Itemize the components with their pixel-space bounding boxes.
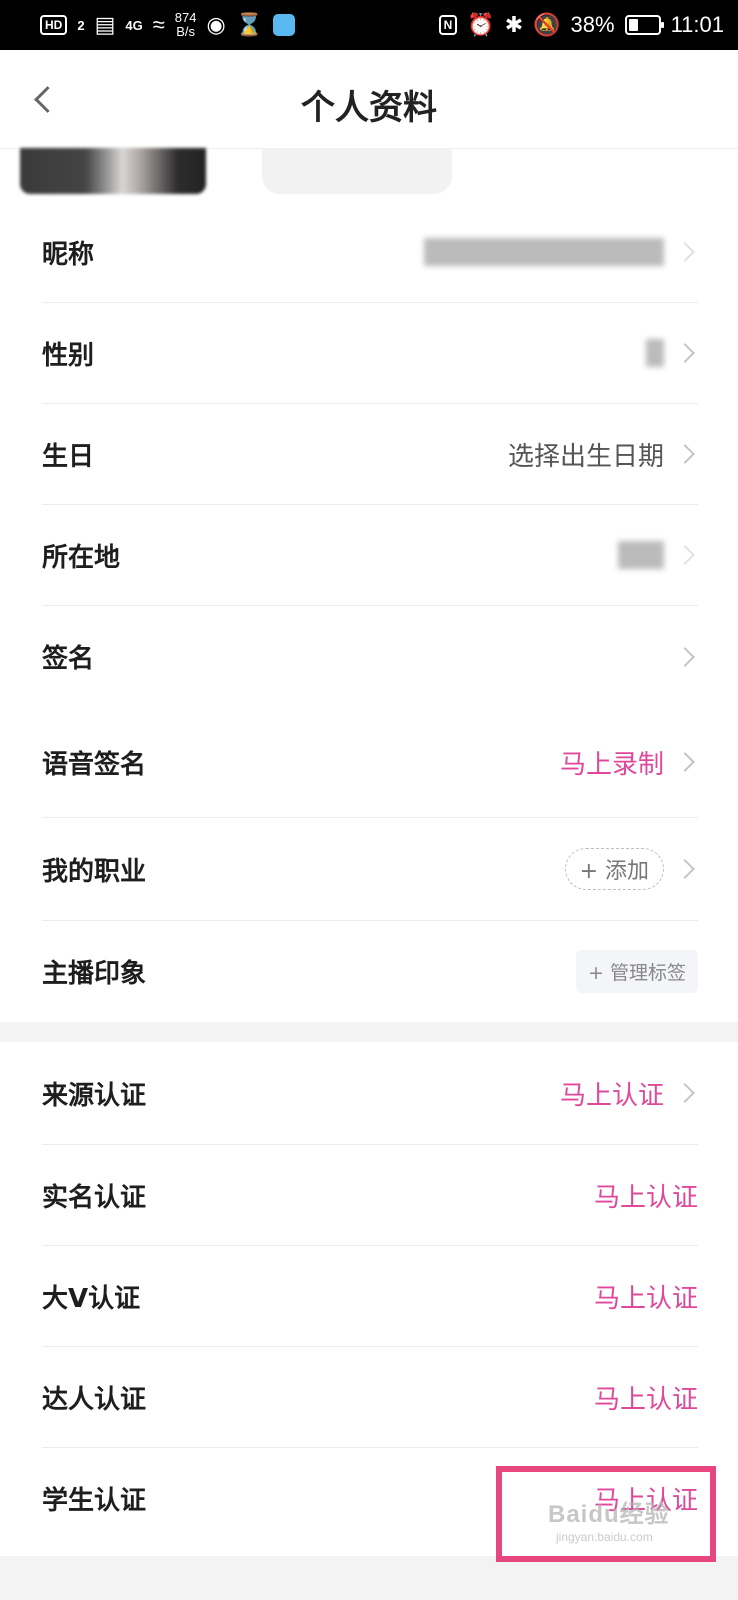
nav-bar: 个人资料 — [0, 50, 738, 149]
row-label: 昵称 — [42, 239, 95, 270]
row-expert-cert[interactable]: 达人认证 马上认证 — [42, 1347, 698, 1448]
row-right — [618, 541, 698, 569]
row-label: 语音签名 — [42, 749, 147, 780]
row-location[interactable]: 所在地 — [42, 505, 698, 606]
alarm-icon: ⏰ — [467, 12, 495, 37]
row-right — [646, 339, 698, 367]
row-right: 马上认证 — [560, 1075, 698, 1112]
sim-number: 2 — [77, 17, 85, 33]
certify-now-link[interactable]: 马上认证 — [560, 1075, 664, 1112]
row-label: 签名 — [42, 644, 95, 674]
chevron-right-icon — [675, 343, 695, 363]
row-label: 性别 — [42, 340, 95, 371]
row-signature[interactable]: 签名 — [42, 606, 698, 707]
row-label: 实名认证 — [42, 1182, 147, 1213]
row-right: 选择出生日期 — [508, 436, 698, 473]
avatar-slot[interactable] — [262, 148, 452, 194]
app-icon — [273, 14, 296, 36]
chevron-right-icon — [675, 545, 695, 565]
battery-icon — [624, 15, 664, 35]
wifi-icon: ≈ — [152, 12, 165, 37]
row-right: 马上认证 — [594, 1379, 698, 1416]
row-right: 马上认证 — [594, 1177, 698, 1214]
row-right — [675, 646, 698, 667]
row-occupation[interactable]: 我的职业 + 添加 — [42, 818, 698, 921]
row-nickname[interactable]: 昵称 — [42, 202, 698, 303]
row-right: 马上认证 — [594, 1278, 698, 1315]
add-occupation-button[interactable]: + 添加 — [564, 848, 664, 890]
chevron-right-icon — [675, 444, 695, 464]
network-type: 4G — [125, 17, 143, 33]
status-bar: HD 2 ▤ 4G ≈ 874 B/s ◉ ⌛ N ⏰ ✱ 🔕 38% 11:0… — [0, 0, 738, 50]
certify-now-link[interactable]: 马上认证 — [594, 1177, 698, 1214]
row-source-cert[interactable]: 来源认证 马上认证 — [42, 1042, 698, 1145]
row-birthday[interactable]: 生日 选择出生日期 — [42, 404, 698, 505]
chevron-right-icon — [675, 242, 695, 262]
row-right — [424, 238, 698, 266]
eye-icon: ◉ — [206, 12, 226, 37]
gender-value-blurred — [646, 339, 664, 367]
record-now-link[interactable]: 马上录制 — [560, 744, 664, 781]
watermark-url: jingyan.baidu.com — [556, 1530, 653, 1544]
row-label: 主播印象 — [42, 959, 147, 989]
clock-time: 11:01 — [670, 12, 724, 37]
certify-now-link[interactable]: 马上认证 — [594, 1278, 698, 1315]
bottom-spacer — [0, 1556, 738, 1600]
row-right: + 管理标签 — [576, 950, 698, 993]
watermark: Baidu经验 — [548, 1501, 670, 1528]
chevron-right-icon — [675, 646, 695, 667]
row-label: 大V认证 — [42, 1283, 141, 1314]
row-label: 我的职业 — [42, 856, 147, 887]
row-right: 马上录制 — [560, 744, 698, 781]
nfc-icon: N — [438, 15, 458, 35]
manage-tags-button[interactable]: + 管理标签 — [576, 950, 698, 993]
chevron-right-icon — [675, 859, 695, 879]
location-value-blurred — [618, 541, 664, 569]
row-gender[interactable]: 性别 — [42, 303, 698, 404]
row-right: + 添加 — [564, 848, 698, 890]
row-realname-cert[interactable]: 实名认证 马上认证 — [42, 1145, 698, 1246]
nickname-value-blurred — [424, 238, 664, 266]
row-bigv-cert[interactable]: 大V认证 马上认证 — [42, 1246, 698, 1347]
row-voice-signature[interactable]: 语音签名 马上录制 — [42, 707, 698, 818]
row-label: 生日 — [42, 441, 95, 472]
row-label: 来源认证 — [42, 1080, 147, 1111]
bluetooth-icon: ✱ — [504, 12, 524, 37]
hd-badge: HD — [40, 15, 68, 35]
row-host-impression: 主播印象 + 管理标签 — [42, 921, 698, 1022]
chevron-right-icon — [675, 752, 695, 772]
battery-percent: 38% — [570, 12, 615, 37]
row-label: 达人认证 — [42, 1384, 147, 1415]
avatar[interactable] — [20, 148, 206, 194]
row-label: 学生认证 — [42, 1486, 147, 1516]
speed-value: 874 — [174, 10, 197, 25]
page-title: 个人资料 — [301, 88, 437, 128]
chevron-right-icon — [675, 1083, 695, 1103]
mute-icon: 🔕 — [533, 12, 561, 37]
section-divider — [0, 1022, 738, 1042]
birthday-value: 选择出生日期 — [507, 441, 664, 472]
hourglass-icon: ⌛ — [235, 12, 264, 37]
certify-now-link[interactable]: 马上认证 — [594, 1379, 698, 1416]
status-right: N ⏰ ✱ 🔕 38% 11:01 — [438, 12, 724, 38]
speed-unit: B/s — [176, 24, 196, 39]
network-speed: 874 B/s — [175, 11, 197, 39]
signal-icon: ▤ — [94, 12, 116, 37]
status-left: HD 2 ▤ 4G ≈ 874 B/s ◉ ⌛ — [40, 11, 296, 39]
row-label: 所在地 — [42, 542, 121, 573]
